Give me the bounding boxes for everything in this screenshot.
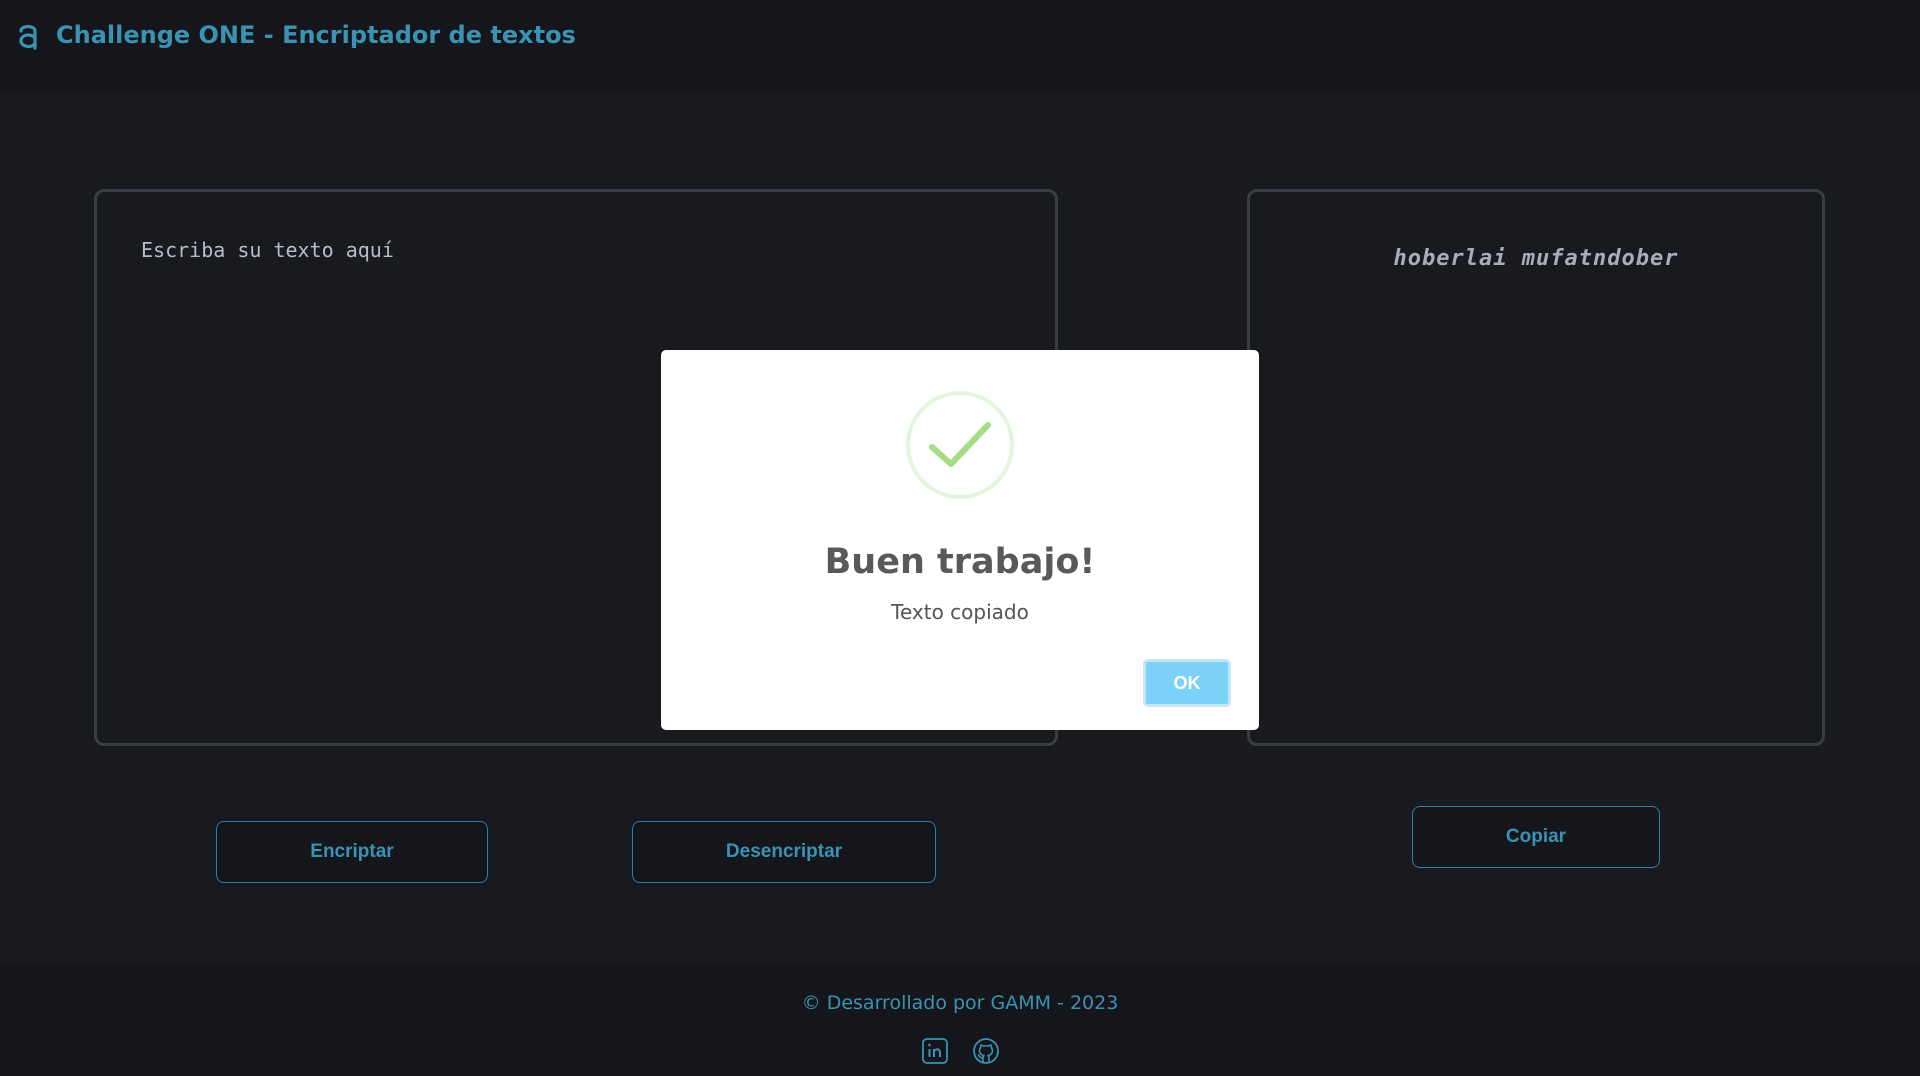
dialog-title: Buen trabajo! [824,542,1096,582]
success-dialog: Buen trabajo! Texto copiado OK [661,350,1259,730]
success-check-icon [906,391,1014,499]
ok-button[interactable]: OK [1143,659,1231,707]
dialog-message: Texto copiado [891,600,1029,624]
